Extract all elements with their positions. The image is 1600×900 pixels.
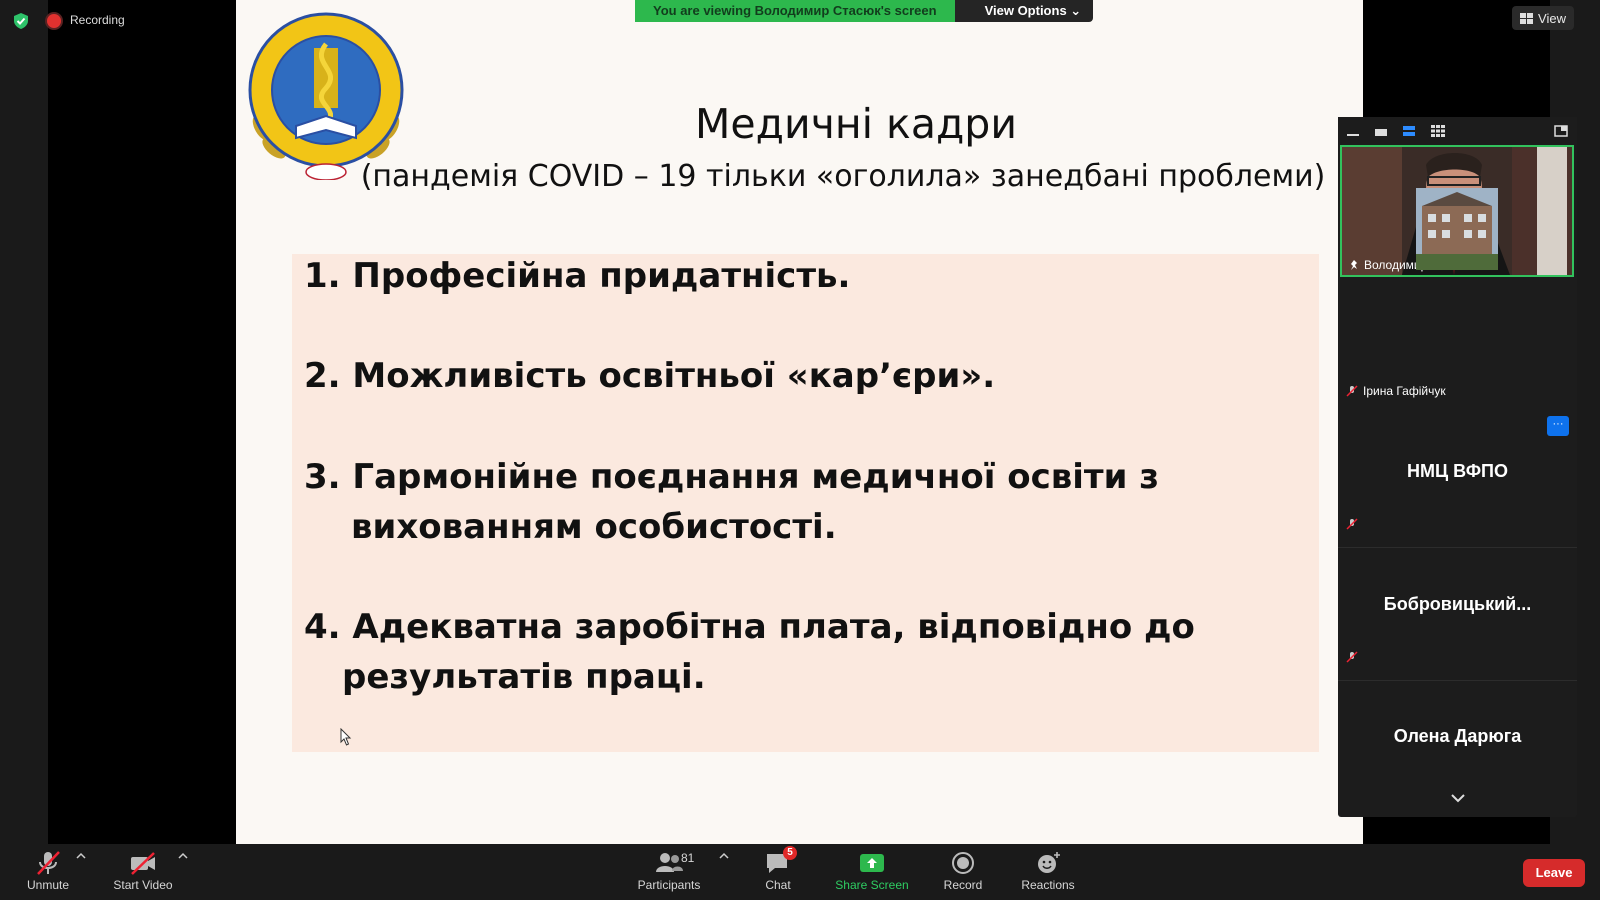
muted-mic-icon — [1346, 518, 1358, 530]
view-options-button[interactable]: View Options ⌄ — [954, 0, 1094, 22]
pin-icon — [1351, 260, 1357, 270]
tile-divider — [1338, 680, 1577, 681]
view-options-label: View Options — [984, 3, 1067, 18]
participant-mute-indicator — [1346, 518, 1358, 530]
strip-view-icon[interactable] — [1402, 125, 1416, 137]
more-options-button[interactable]: ··· — [1547, 416, 1569, 436]
record-button[interactable]: Record — [938, 844, 988, 900]
left-letterbox — [48, 0, 236, 844]
view-label: View — [1538, 10, 1566, 26]
muted-mic-icon — [37, 851, 60, 875]
share-screen-label: Share Screen — [835, 878, 909, 892]
slide-title: Медичні кадри — [695, 100, 1017, 148]
start-video-button[interactable]: Start Video — [108, 844, 178, 900]
shield-icon[interactable] — [13, 12, 29, 30]
chat-icon-wrap: 5 — [763, 846, 797, 876]
chat-badge: 5 — [783, 846, 797, 860]
leave-button[interactable]: Leave — [1523, 859, 1585, 887]
slide-content-box: 1. Професійна придатність. 2. Можливість… — [292, 254, 1319, 752]
grid-view-icon — [1520, 12, 1534, 24]
pop-out-icon[interactable] — [1554, 125, 1568, 137]
slide-subtitle: (пандемія COVID – 19 тільки «оголила» за… — [360, 159, 1326, 194]
college-logo-icon — [248, 12, 404, 180]
participant-name[interactable]: Бобровицький... — [1338, 594, 1577, 615]
share-screen-icon — [860, 854, 884, 872]
start-video-label: Start Video — [113, 878, 173, 892]
chevron-up-icon[interactable] — [719, 852, 729, 860]
share-screen-button[interactable]: Share Screen — [832, 844, 912, 900]
minimize-icon[interactable] — [1346, 125, 1360, 137]
slide-point-4-continued: результатів праці. — [342, 657, 706, 697]
participant-avatar-photo — [1416, 188, 1498, 270]
record-icon — [952, 852, 974, 874]
participant-name[interactable]: Олена Дарюга — [1338, 726, 1577, 747]
chevron-down-icon[interactable] — [1450, 793, 1466, 803]
meeting-toolbar: Unmute Start Video 81 Participants 5 Cha — [0, 844, 1600, 900]
slide-point-3-continued: вихованням особистості. — [351, 507, 837, 547]
slide-point-2: 2. Можливість освітньої «кар’єри». — [304, 356, 996, 396]
slide-point-4: 4. Адекватна заробітна плата, відповідно… — [304, 607, 1195, 647]
record-label: Record — [943, 878, 983, 892]
recording-indicator-icon[interactable] — [47, 14, 61, 28]
viewing-message: You are viewing Володимир Стасюк's scree… — [635, 0, 955, 22]
panel-toolbar — [1338, 117, 1577, 145]
view-button[interactable]: View — [1512, 6, 1574, 30]
gallery-view-icon[interactable] — [1431, 125, 1445, 137]
tile-divider — [1338, 547, 1577, 548]
participants-icon-wrap: 81 — [654, 850, 694, 876]
unmute-button[interactable]: Unmute — [22, 844, 74, 900]
shared-slide: Медичні кадри (пандемія COVID – 19 тільк… — [236, 0, 1363, 844]
unmute-label: Unmute — [26, 878, 70, 892]
video-off-icon — [131, 852, 155, 875]
screen-share-banner: You are viewing Володимир Стасюк's scree… — [635, 0, 1094, 22]
muted-mic-icon — [1346, 651, 1358, 663]
mouse-cursor-icon — [340, 728, 352, 746]
speaker-view-icon[interactable] — [1374, 125, 1388, 137]
reactions-icon — [1038, 852, 1060, 873]
participants-count: 81 — [681, 851, 695, 865]
participants-label: Participants — [637, 878, 701, 892]
participant-mute-indicator — [1346, 651, 1358, 663]
reactions-label: Reactions — [1021, 878, 1075, 892]
participant-name-label: Ірина Гафійчук — [1346, 384, 1446, 398]
slide-point-1: 1. Професійна придатність. — [304, 256, 851, 296]
meeting-stage: Медичні кадри (пандемія COVID – 19 тільк… — [0, 0, 1600, 844]
participants-video-panel: Володимир Стасюк Ірина Гафійчук ··· НМЦ … — [1338, 117, 1577, 817]
muted-mic-icon — [1346, 385, 1358, 397]
recording-label: Recording — [70, 13, 125, 27]
chat-button[interactable]: 5 Chat — [758, 844, 798, 900]
chevron-up-icon[interactable] — [178, 852, 188, 860]
chevron-down-icon: ⌄ — [1070, 3, 1082, 18]
participants-button[interactable]: 81 Participants — [632, 844, 706, 900]
participants-icon — [656, 853, 683, 872]
reactions-button[interactable]: Reactions — [1018, 844, 1078, 900]
chat-label: Chat — [765, 878, 791, 892]
chevron-up-icon[interactable] — [76, 852, 86, 860]
participant-name[interactable]: НМЦ ВФПО — [1338, 461, 1577, 482]
slide-point-3: 3. Гармонійне поєднання медичної освіти … — [304, 457, 1160, 497]
